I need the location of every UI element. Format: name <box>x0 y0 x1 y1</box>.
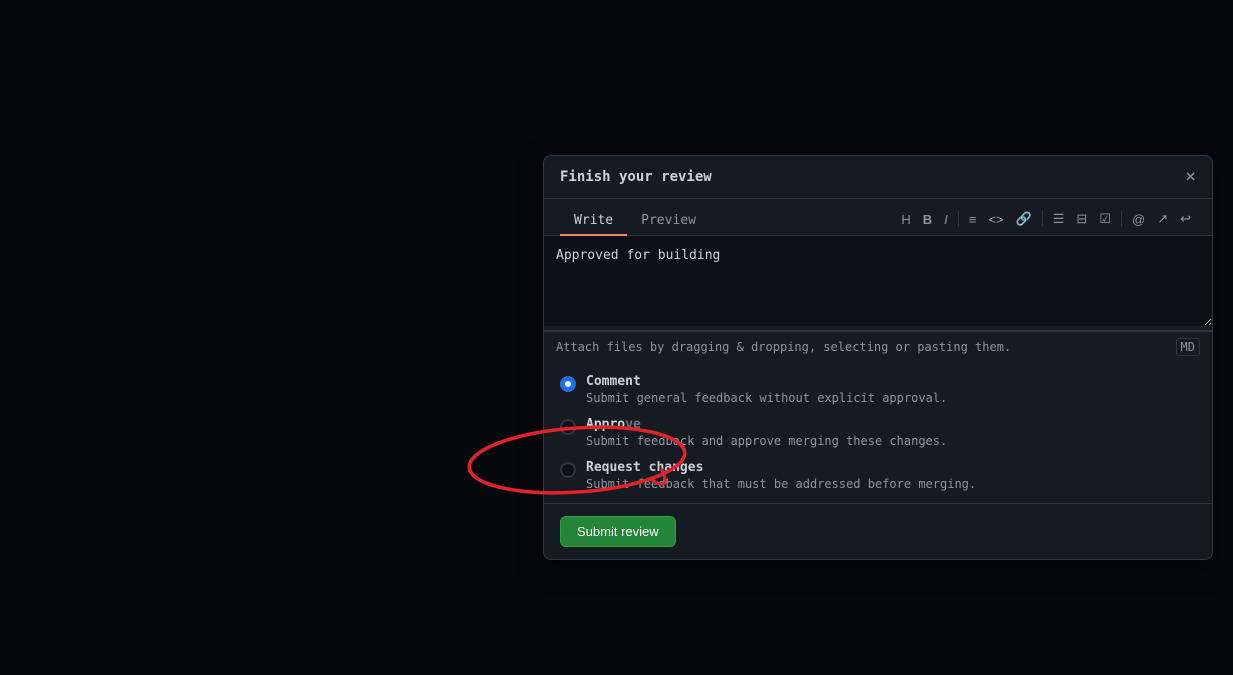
toolbar-ol-button[interactable]: ≡ <box>964 210 982 229</box>
radio-label-comment: Comment <box>586 374 1196 389</box>
toolbar-ref-button[interactable]: ↗ <box>1152 209 1173 229</box>
radio-option-comment[interactable]: Comment Submit general feedback without … <box>560 374 1196 405</box>
tab-preview[interactable]: Preview <box>627 207 710 236</box>
option-text-approve: Approve Submit feedback and approve merg… <box>586 417 1196 448</box>
radio-circle-comment <box>560 376 576 392</box>
review-modal: Finish your review × Write Preview H B I… <box>543 155 1213 560</box>
toolbar-sep-1 <box>958 211 959 227</box>
modal-close-button[interactable]: × <box>1185 168 1196 186</box>
toolbar-list-button[interactable]: ⊟ <box>1071 209 1092 229</box>
attach-text: Attach files by dragging & dropping, sel… <box>556 340 1011 354</box>
modal-footer: Submit review <box>544 503 1212 559</box>
radio-circle-approve <box>560 419 576 435</box>
radio-circle-request-changes <box>560 462 576 478</box>
review-textarea[interactable]: Approved for building <box>544 236 1212 326</box>
markdown-icon: MD <box>1176 338 1200 356</box>
modal-header: Finish your review × <box>544 156 1212 199</box>
radio-option-request-changes[interactable]: Request changes Submit feedback that mus… <box>560 460 1196 491</box>
toolbar-b-button[interactable]: B <box>918 210 937 229</box>
toolbar-mention-button[interactable]: @ <box>1127 210 1150 229</box>
toolbar-h-button[interactable]: H <box>896 210 915 229</box>
attach-bar: Attach files by dragging & dropping, sel… <box>544 331 1212 362</box>
radio-label-request-changes: Request changes <box>586 460 1196 475</box>
option-text-request-changes: Request changes Submit feedback that mus… <box>586 460 1196 491</box>
modal-title: Finish your review <box>560 169 712 185</box>
toolbar-code-button[interactable]: <> <box>983 210 1008 229</box>
toolbar-undo-button[interactable]: ↩ <box>1175 209 1196 229</box>
modal-tabs: Write Preview H B I ≡ <> 🔗 ☰ ⊟ ☑ @ ↗ ↩ <box>544 199 1212 236</box>
toolbar-task-button[interactable]: ☑ <box>1094 209 1116 229</box>
radio-desc-comment: Submit general feedback without explicit… <box>586 391 1196 405</box>
toolbar-sep-2 <box>1042 211 1043 227</box>
radio-desc-approve: Submit feedback and approve merging thes… <box>586 434 1196 448</box>
toolbar-i-button[interactable]: I <box>939 210 953 229</box>
submit-review-button[interactable]: Submit review <box>560 516 676 547</box>
tab-write[interactable]: Write <box>560 207 627 236</box>
radio-label-approve: Approve <box>586 417 1196 432</box>
review-options: Comment Submit general feedback without … <box>544 362 1212 503</box>
textarea-wrapper: Approved for building <box>544 236 1212 331</box>
radio-desc-request-changes: Submit feedback that must be addressed b… <box>586 477 1196 491</box>
toolbar-sep-3 <box>1121 211 1122 227</box>
toolbar-ul-button[interactable]: ☰ <box>1048 209 1070 229</box>
toolbar-link-button[interactable]: 🔗 <box>1011 209 1037 229</box>
option-text-comment: Comment Submit general feedback without … <box>586 374 1196 405</box>
radio-option-approve[interactable]: Approve Submit feedback and approve merg… <box>560 417 1196 448</box>
